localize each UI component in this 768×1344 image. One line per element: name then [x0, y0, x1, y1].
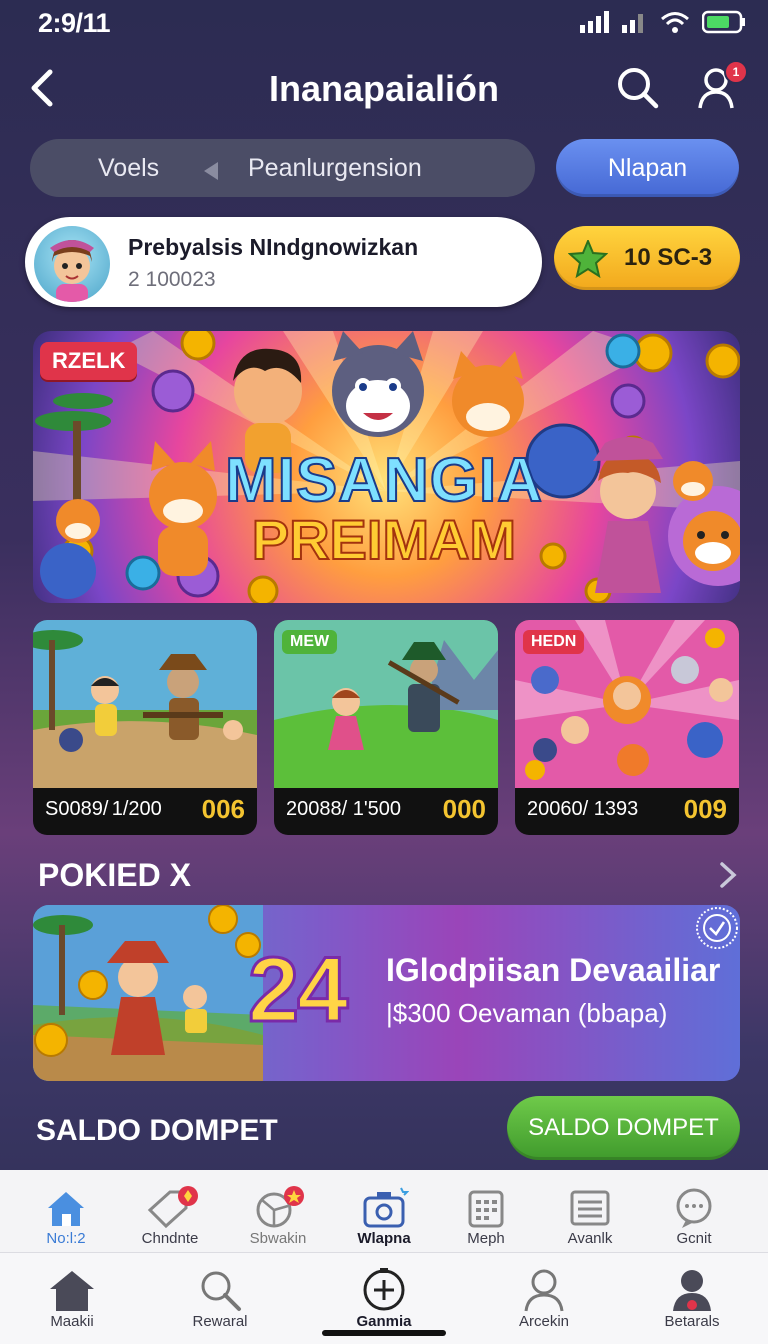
top-tab-bar: No:l:2 Chndnte Sbwakin Wlapna Meph Avanl… [0, 1170, 768, 1252]
tab-list[interactable]: Avanlk [540, 1186, 640, 1247]
hero-badge: RZELK [40, 342, 138, 380]
tab-label: Chndnte [141, 1230, 199, 1247]
game-card-count: 006 [201, 794, 245, 824]
search-icon [201, 1271, 241, 1311]
nav-account[interactable]: Betarals [642, 1267, 742, 1330]
calendar-icon [468, 1190, 504, 1228]
avatar[interactable] [34, 226, 110, 302]
wheel-icon [256, 1186, 304, 1228]
nav-profile[interactable]: Arcekin [494, 1267, 594, 1330]
tab-chat[interactable]: Gcnit [644, 1186, 744, 1247]
add-circle-icon [363, 1268, 405, 1311]
nav-label: Ganmia [356, 1313, 412, 1330]
user-id: 2 100023 [128, 268, 216, 291]
nav-label: Arcekin [518, 1313, 570, 1330]
primary-button[interactable]: Nlapan [556, 139, 739, 197]
game-card-text: 20088/ 1'500 [286, 798, 402, 820]
promo-title: IGlodpiisan Devaailiar [386, 952, 721, 988]
tab-wheel[interactable]: Sbwakin [228, 1186, 328, 1247]
person-badge-icon [673, 1270, 711, 1311]
game-card[interactable]: MEW 20088/ 1'500 000 [274, 620, 498, 835]
wallet-title: SALDO DOMPET [36, 1114, 278, 1147]
game-card-text: S0089/ 1/200 [45, 798, 162, 820]
notification-badge: 1 [724, 60, 748, 84]
nav-search[interactable]: Rewaral [170, 1267, 270, 1330]
nav-label: Betarals [664, 1313, 720, 1330]
person-icon [524, 1269, 564, 1312]
game-card-count: 009 [683, 794, 727, 824]
tab-label: Avanlk [567, 1230, 613, 1247]
tab-label: Gcnit [676, 1230, 712, 1247]
star-icon [568, 240, 608, 278]
wifi-icon [661, 12, 689, 33]
hero-title-line2: PREIMAM [251, 507, 517, 572]
tab-camera[interactable]: Wlapna [334, 1186, 434, 1247]
home-icon [48, 1192, 84, 1226]
nav-label: Maakii [50, 1313, 94, 1330]
promo-banner[interactable] [33, 905, 740, 1081]
tab-label: Wlapna [357, 1230, 411, 1247]
wallet-button[interactable]: SALDO DOMPET [507, 1096, 740, 1160]
game-card-badge: MEW [282, 630, 338, 654]
tab-calendar[interactable]: Meph [436, 1186, 536, 1247]
status-icons [580, 10, 746, 34]
segment-option-right[interactable]: Peanlurgension [248, 154, 422, 183]
nav-home[interactable]: Maakii [22, 1267, 122, 1330]
game-card[interactable]: HEDN 20060/ 1393 009 [515, 620, 739, 835]
game-card-count: 000 [442, 794, 486, 824]
chevron-right-icon[interactable] [716, 860, 740, 890]
coin-balance: 10 SC-3 [624, 244, 713, 271]
tab-home[interactable]: No:l:2 [16, 1186, 116, 1247]
game-card-text: 20060/ 1393 [527, 798, 639, 820]
camera-icon [363, 1187, 409, 1228]
list-icon [570, 1190, 610, 1226]
hero-title-line1: MISANGIA [224, 445, 543, 516]
home-indicator [322, 1330, 446, 1336]
user-name: Prebyalsis NIndgnowizkan [128, 234, 419, 260]
signal-icon [580, 11, 609, 33]
signal-2-icon [622, 14, 643, 33]
promo-number: 24 [246, 938, 349, 1043]
segment-option-left[interactable]: Voels [98, 154, 159, 183]
battery-icon [702, 10, 745, 34]
tab-label: No:l:2 [46, 1230, 86, 1247]
home-icon [50, 1271, 94, 1311]
nav-add[interactable]: Ganmia [334, 1267, 434, 1330]
tab-label: Sbwakin [249, 1230, 307, 1247]
nav-label: Rewaral [192, 1313, 248, 1330]
tab-tag[interactable]: Chndnte [120, 1186, 220, 1247]
promo-subtitle: |$300 Oevaman (bbapa) [386, 998, 668, 1028]
caret-left-icon [204, 162, 218, 180]
tag-icon [147, 1186, 198, 1229]
section-title: POKIED X [38, 857, 191, 893]
tab-label: Meph [467, 1230, 505, 1247]
game-card[interactable]: S0089/ 1/200 006 [33, 620, 257, 835]
game-card-image [33, 620, 257, 788]
game-card-badge: HEDN [523, 630, 585, 654]
seal-icon [696, 907, 738, 949]
status-time: 2:9⁠/11 [38, 8, 111, 38]
chat-icon [676, 1188, 712, 1228]
search-icon[interactable] [614, 64, 662, 112]
